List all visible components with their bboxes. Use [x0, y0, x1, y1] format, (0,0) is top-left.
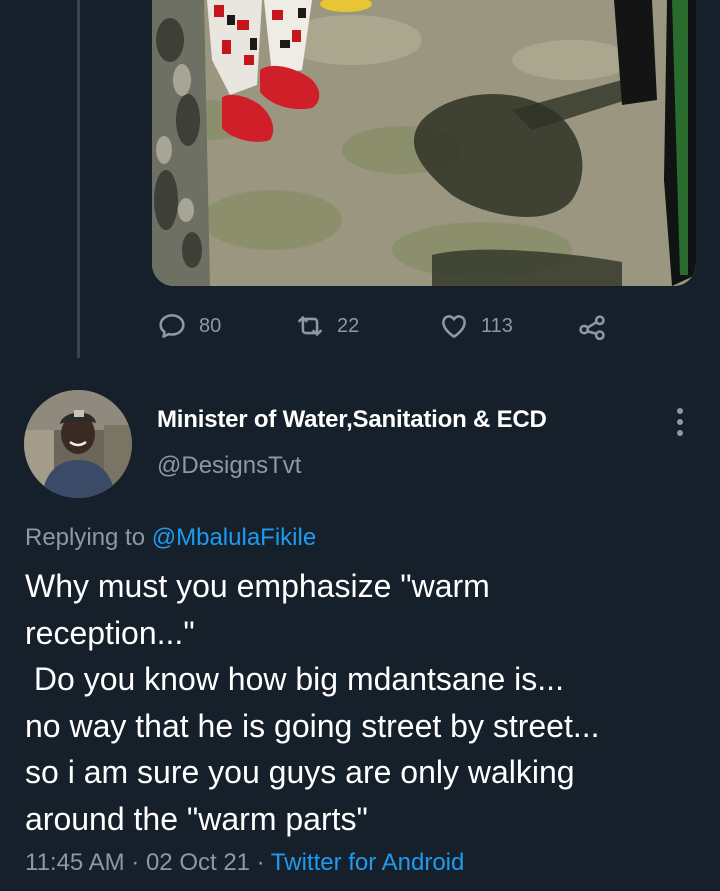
thread-connector-line: [77, 0, 80, 358]
reply-button[interactable]: 80: [155, 309, 221, 343]
tweet-thread-page: 80 22 113 Minister of Water,Sanitation &…: [0, 0, 720, 891]
reply-icon: [159, 314, 185, 338]
share-icon: [579, 315, 605, 341]
share-button[interactable]: [575, 309, 609, 343]
tweet-time: 11:45 AM: [25, 849, 125, 876]
avatar[interactable]: [24, 390, 132, 498]
media-photo-illustration: [152, 0, 696, 286]
more-options-icon: [677, 430, 683, 436]
heart-icon: [442, 315, 466, 338]
replying-to-label: Replying to: [25, 524, 152, 551]
retweet-count: 22: [337, 314, 360, 337]
more-options-icon: [677, 408, 683, 414]
meta-separator: ·: [124, 849, 146, 876]
meta-separator: ·: [250, 849, 271, 876]
tweet-source-link[interactable]: Twitter for Android: [271, 849, 464, 876]
tweet-body-text: Why must you emphasize "warm reception..…: [25, 568, 600, 837]
retweet-button[interactable]: 22: [293, 309, 359, 343]
more-options-icon: [677, 419, 683, 425]
avatar-photo: [24, 390, 132, 498]
tweet-media-image[interactable]: [152, 0, 696, 286]
like-count: 113: [481, 314, 513, 337]
like-button[interactable]: 113: [437, 309, 513, 343]
replying-to-line: Replying to @MbalulaFikile: [25, 524, 316, 552]
replying-to-mention-link[interactable]: @MbalulaFikile: [152, 524, 316, 551]
display-name[interactable]: Minister of Water,Sanitation & ECD: [157, 406, 547, 434]
tweet-date: 02 Oct 21: [145, 849, 251, 876]
user-handle[interactable]: @DesignsTvt: [157, 452, 301, 480]
tweet-meta: 11:45 AM · 02 Oct 21 · Twitter for Andro…: [25, 849, 464, 877]
reply-count: 80: [199, 314, 222, 337]
retweet-icon: [298, 316, 322, 336]
more-options-button[interactable]: [664, 404, 696, 440]
